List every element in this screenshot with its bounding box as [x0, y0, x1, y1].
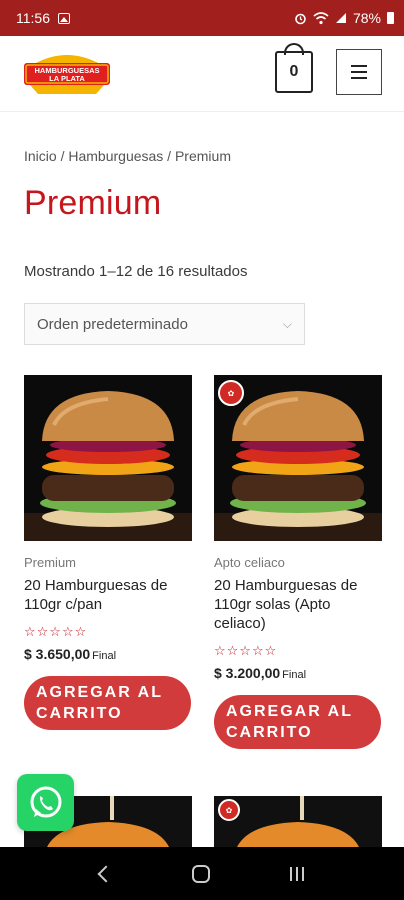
battery-level: 78% [352, 10, 381, 26]
product-image[interactable] [24, 375, 192, 541]
product-price: $ 3.650,00 Final [24, 646, 192, 662]
price-suffix: Final [282, 669, 307, 681]
status-time: 11:56 [16, 10, 50, 26]
product-price: $ 3.200,00 Final [214, 665, 382, 681]
page-title: Premium [24, 184, 162, 222]
add-to-cart-button[interactable]: Agregar al carrito [24, 676, 191, 730]
whatsapp-button[interactable] [17, 774, 74, 831]
menu-button[interactable] [336, 49, 382, 95]
celiac-badge-icon: ✿ [218, 799, 240, 821]
cart-button[interactable]: 0 [275, 51, 313, 93]
breadcrumb-separator: / [163, 148, 175, 164]
menu-icon-bar [351, 77, 367, 79]
breadcrumb-separator: / [56, 148, 69, 164]
product-title[interactable]: 20 Hamburguesas de 110gr solas (Apto cel… [214, 576, 382, 633]
breadcrumb-category-link[interactable]: Hamburguesas [68, 148, 163, 164]
menu-icon [351, 65, 367, 67]
price-suffix: Final [92, 650, 117, 662]
system-nav-bar [0, 847, 404, 900]
wifi-icon [313, 11, 329, 24]
breadcrumb-current: Premium [174, 148, 231, 164]
orderby-select[interactable]: Orden predeterminado ⌵ [24, 303, 305, 345]
home-icon[interactable] [192, 864, 210, 883]
rating-stars: ☆☆☆☆☆ [214, 643, 278, 658]
battery-icon [387, 12, 394, 24]
signal-icon [335, 13, 346, 23]
orderby-selected: Orden predeterminado [37, 315, 188, 333]
add-to-cart-button[interactable]: Agregar al carrito [214, 695, 381, 749]
product-category[interactable]: Premium [24, 555, 192, 570]
back-icon[interactable] [97, 865, 115, 882]
logo-line2: LA PLATA [49, 74, 85, 83]
recent-apps-icon[interactable] [290, 866, 304, 881]
product-card: ✿ Apto celiaco 20 Hamburguesas de 110gr … [214, 375, 382, 749]
product-image[interactable]: ✿ [214, 375, 382, 541]
site-header: HAMBURGUESAS LA PLATA 0 [0, 36, 404, 112]
celiac-badge-icon: ✿ [218, 380, 244, 406]
rating-stars: ☆☆☆☆☆ [24, 624, 88, 639]
product-title[interactable]: 20 Hamburguesas de 110gr c/pan [24, 576, 192, 614]
breadcrumb: Inicio / Hamburguesas / Premium [24, 148, 231, 164]
status-bar: 11:56 78% [0, 0, 404, 36]
product-card: Premium 20 Hamburguesas de 110gr c/pan ☆… [24, 375, 192, 730]
whatsapp-icon [30, 786, 61, 817]
menu-icon-bar [351, 71, 367, 73]
price-amount: $ 3.200,00 [214, 665, 281, 681]
alarm-icon [295, 13, 306, 24]
chevron-down-icon: ⌵ [282, 316, 292, 331]
product-category[interactable]: Apto celiaco [214, 555, 382, 570]
burger-image [24, 391, 192, 541]
cart-count: 0 [289, 63, 299, 80]
price-amount: $ 3.650,00 [24, 646, 91, 662]
breadcrumb-home-link[interactable]: Inicio [24, 148, 57, 164]
site-logo[interactable]: HAMBURGUESAS LA PLATA [22, 50, 112, 98]
result-count: Mostrando 1–12 de 16 resultados [24, 263, 248, 280]
image-icon [58, 12, 70, 24]
